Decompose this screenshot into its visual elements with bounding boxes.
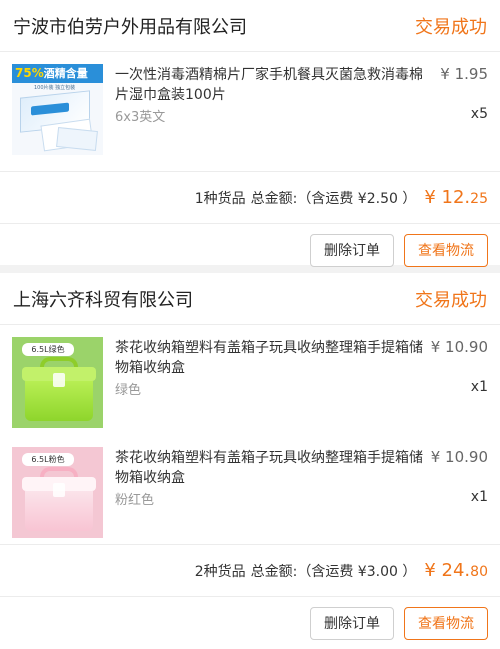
- order-card: 宁波市伯劳户外用品有限公司 交易成功 75%酒精含量 100片装 独立包装 一次…: [0, 0, 500, 267]
- total-decimal: 80: [470, 564, 488, 580]
- item-quantity: x1: [470, 489, 488, 505]
- delete-order-button[interactable]: 删除订单: [310, 233, 394, 267]
- currency-symbol: ¥: [424, 560, 436, 581]
- total-label: 总金额:（含运费 ¥3.00 ）: [250, 563, 417, 580]
- item-spec: 绿色: [115, 383, 142, 398]
- thumbnail-tag: 6.5L绿色: [22, 343, 74, 356]
- total-integer: 12.: [441, 187, 471, 208]
- order-status: 交易成功: [415, 16, 487, 38]
- order-item[interactable]: 6.5L粉色 茶花收纳箱塑料有盖箱子玩具收纳整理箱手提箱储物箱收纳盒 粉红色 ¥…: [0, 435, 500, 545]
- order-actions: 删除订单 查看物流: [0, 224, 500, 276]
- item-quantity: x5: [470, 106, 488, 122]
- product-thumbnail[interactable]: 75%酒精含量 100片装 独立包装: [12, 64, 103, 155]
- order-status: 交易成功: [415, 289, 487, 311]
- order-total: ¥ 12.25: [424, 187, 488, 208]
- item-quantity: x1: [470, 379, 488, 395]
- order-card: 上海六齐科贸有限公司 交易成功 6.5L绿色 茶花收纳箱塑料有盖箱子玩具收纳整理…: [0, 273, 500, 649]
- product-pad-image: [56, 126, 98, 152]
- shop-name[interactable]: 宁波市伯劳户外用品有限公司: [13, 13, 247, 39]
- bin-body-image: [25, 491, 93, 531]
- order-summary: 1种货品 总金额:（含运费 ¥2.50 ） ¥ 12.25: [0, 172, 500, 224]
- order-header: 宁波市伯劳户外用品有限公司 交易成功: [0, 0, 500, 52]
- total-integer: 24.: [441, 560, 471, 581]
- currency-symbol: ¥: [424, 187, 436, 208]
- product-thumbnail[interactable]: 6.5L绿色: [12, 337, 103, 428]
- item-price: ¥ 10.90: [430, 338, 488, 356]
- thumbnail-subtext: 100片装 独立包装: [34, 85, 76, 91]
- item-count: 2种货品: [194, 563, 246, 580]
- item-spec: 粉红色: [115, 493, 155, 508]
- order-summary: 2种货品 总金额:（含运费 ¥3.00 ） ¥ 24.80: [0, 545, 500, 597]
- delete-order-button[interactable]: 删除订单: [310, 606, 394, 640]
- item-spec: 6x3英文: [115, 110, 166, 125]
- shop-name[interactable]: 上海六齐科贸有限公司: [13, 286, 193, 312]
- product-thumbnail[interactable]: 6.5L粉色: [12, 447, 103, 538]
- bin-body-image: [25, 381, 93, 421]
- thumbnail-banner: 75%酒精含量: [12, 64, 103, 83]
- item-price: ¥ 1.95: [440, 65, 488, 83]
- order-actions: 删除订单 查看物流: [0, 597, 500, 649]
- order-item[interactable]: 6.5L绿色 茶花收纳箱塑料有盖箱子玩具收纳整理箱手提箱储物箱收纳盒 绿色 ¥ …: [0, 325, 500, 435]
- view-logistics-button[interactable]: 查看物流: [404, 233, 488, 267]
- item-title[interactable]: 茶花收纳箱塑料有盖箱子玩具收纳整理箱手提箱储物箱收纳盒: [115, 448, 425, 488]
- order-total: ¥ 24.80: [424, 560, 488, 581]
- order-item[interactable]: 75%酒精含量 100片装 独立包装 一次性消毒酒精棉片厂家手机餐具灭菌急救消毒…: [0, 52, 500, 172]
- order-header: 上海六齐科贸有限公司 交易成功: [0, 273, 500, 325]
- bin-latch-image: [53, 483, 65, 497]
- bin-latch-image: [53, 373, 65, 387]
- item-title[interactable]: 茶花收纳箱塑料有盖箱子玩具收纳整理箱手提箱储物箱收纳盒: [115, 338, 425, 378]
- total-decimal: 25: [470, 191, 488, 207]
- total-label: 总金额:（含运费 ¥2.50 ）: [250, 190, 417, 207]
- view-logistics-button[interactable]: 查看物流: [404, 606, 488, 640]
- item-count: 1种货品: [194, 190, 246, 207]
- item-title[interactable]: 一次性消毒酒精棉片厂家手机餐具灭菌急救消毒棉片湿巾盒装100片: [115, 65, 425, 105]
- item-price: ¥ 10.90: [430, 448, 488, 466]
- thumbnail-tag: 6.5L粉色: [22, 453, 74, 466]
